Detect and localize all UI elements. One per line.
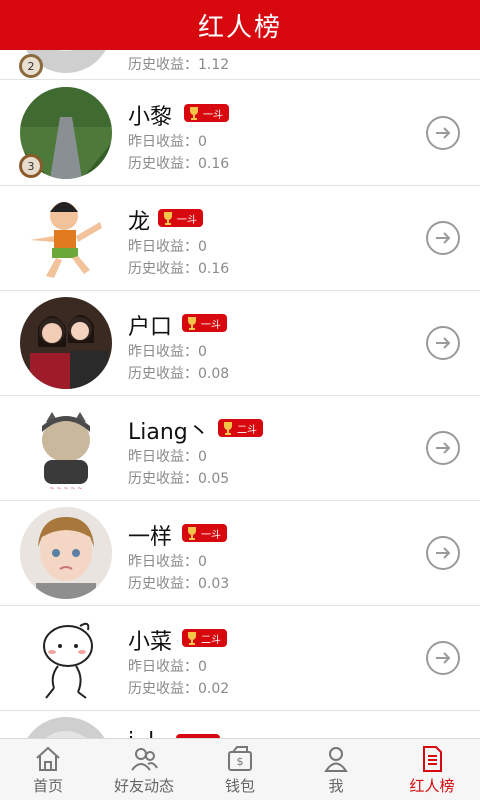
view-detail-button[interactable] xyxy=(426,641,460,675)
history-earnings: 历史收益：0.02 xyxy=(128,681,230,697)
history-earnings: 历史收益：0.08 xyxy=(128,366,230,382)
level-badge: 二斗 xyxy=(218,419,263,437)
tab-leaderboard[interactable]: 红人榜 xyxy=(384,739,480,800)
tab-label: 好友动态 xyxy=(113,776,174,795)
friends-icon xyxy=(131,747,158,771)
user-name: 一样 xyxy=(128,525,173,550)
yesterday-earnings: 昨日收益：0 xyxy=(128,554,207,570)
trophy-icon xyxy=(188,632,196,645)
user-name: 户口 xyxy=(128,315,173,340)
history-earnings: 历史收益：1.12 xyxy=(128,57,230,73)
user-name: 小黎 xyxy=(128,105,173,130)
trophy-icon xyxy=(224,422,232,435)
list-item[interactable]: 2 历史收益：1.12 xyxy=(0,50,480,80)
level-badge: 一斗 xyxy=(182,314,227,332)
trophy-icon xyxy=(188,317,196,330)
leaderboard-list[interactable]: 2 历史收益：1.12 3 小黎 一斗 昨日收益：0 历史收益：0.16 龙 一… xyxy=(0,50,480,738)
list-item[interactable]: 小菜 二斗 昨日收益：0 历史收益：0.02 xyxy=(0,606,480,711)
app-header: 红人榜 xyxy=(0,0,480,50)
profile-icon xyxy=(324,746,348,772)
history-earnings: 历史收益：0.16 xyxy=(128,261,230,277)
view-detail-button[interactable] xyxy=(426,536,460,570)
svg-text:~ ~ ~ ~ ~: ~ ~ ~ ~ ~ xyxy=(50,485,83,492)
rank-number: 2 xyxy=(28,60,35,73)
yesterday-earnings: 昨日收益：0 xyxy=(128,449,207,465)
view-detail-button[interactable] xyxy=(426,431,460,465)
arrow-right-icon xyxy=(436,232,451,244)
list-item[interactable]: ~ ~ ~ ~ ~ Liang丶 二斗 昨日收益：0 历史收益：0.05 xyxy=(0,396,480,501)
arrow-right-icon xyxy=(436,547,451,559)
tab-label: 钱包 xyxy=(224,776,255,795)
document-icon xyxy=(423,745,442,772)
list-item[interactable]: i..l xyxy=(0,711,480,738)
avatar xyxy=(20,507,112,599)
yesterday-earnings: 昨日收益：0 xyxy=(128,134,207,150)
bottom-tab-bar: 首页 好友动态 $ 钱包 我 红人榜 xyxy=(0,738,480,800)
tab-label: 我 xyxy=(328,776,344,795)
level-badge: 二斗 xyxy=(182,629,227,647)
yesterday-earnings: 昨日收益：0 xyxy=(128,344,207,360)
user-name: i..l xyxy=(128,729,154,738)
tab-label: 红人榜 xyxy=(409,776,455,795)
view-detail-button[interactable] xyxy=(426,116,460,150)
svg-text:$: $ xyxy=(237,755,244,768)
user-name: 小菜 xyxy=(128,630,173,655)
arrow-right-icon xyxy=(436,337,451,349)
arrow-right-icon xyxy=(436,127,451,139)
page-title: 红人榜 xyxy=(197,12,282,43)
list-item[interactable]: 户口 一斗 昨日收益：0 历史收益：0.08 xyxy=(0,291,480,396)
trophy-icon xyxy=(164,212,172,225)
user-name: 龙 xyxy=(128,210,151,235)
avatar: ~ ~ ~ ~ ~ xyxy=(20,402,112,494)
trophy-icon xyxy=(190,107,198,120)
avatar xyxy=(20,192,112,284)
yesterday-earnings: 昨日收益：0 xyxy=(128,239,207,255)
level-badge: 一斗 xyxy=(184,104,229,122)
arrow-right-icon xyxy=(436,652,451,664)
wallet-icon: $ xyxy=(228,745,252,771)
history-earnings: 历史收益：0.16 xyxy=(128,156,230,172)
avatar xyxy=(20,297,112,389)
avatar xyxy=(20,717,112,738)
level-badge: 一斗 xyxy=(182,524,227,542)
tab-wallet[interactable]: $ 钱包 xyxy=(192,739,288,800)
list-item[interactable]: 一样 一斗 昨日收益：0 历史收益：0.03 xyxy=(0,501,480,606)
rank-number: 3 xyxy=(28,160,35,173)
tab-profile[interactable]: 我 xyxy=(288,739,384,800)
user-name: Liang丶 xyxy=(128,420,210,445)
home-icon xyxy=(36,746,60,771)
list-item[interactable]: 3 小黎 一斗 昨日收益：0 历史收益：0.16 xyxy=(0,81,480,186)
avatar xyxy=(20,612,112,704)
yesterday-earnings: 昨日收益：0 xyxy=(128,659,207,675)
view-detail-button[interactable] xyxy=(426,221,460,255)
list-item[interactable]: 龙 一斗 昨日收益：0 历史收益：0.16 xyxy=(0,186,480,291)
tab-label: 首页 xyxy=(32,776,63,795)
arrow-right-icon xyxy=(436,442,451,454)
rank-medal-icon: 3 xyxy=(19,154,43,178)
history-earnings: 历史收益：0.05 xyxy=(128,471,230,487)
view-detail-button[interactable] xyxy=(426,326,460,360)
trophy-icon xyxy=(188,527,196,540)
tab-home[interactable]: 首页 xyxy=(0,739,96,800)
rank-medal-icon: 2 xyxy=(19,54,43,78)
history-earnings: 历史收益：0.03 xyxy=(128,576,230,592)
level-badge: 一斗 xyxy=(158,209,203,227)
tab-friends[interactable]: 好友动态 xyxy=(96,739,192,800)
